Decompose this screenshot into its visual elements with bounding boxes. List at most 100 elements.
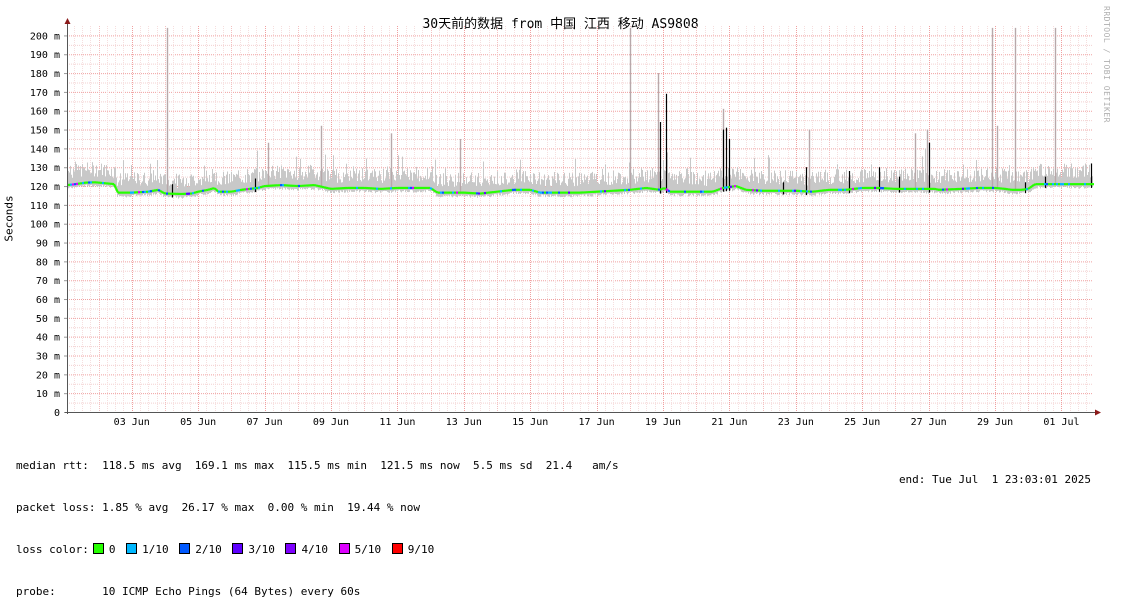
median-segment: [162, 192, 164, 193]
median-segment: [660, 189, 662, 190]
grid: [67, 26, 1093, 413]
median-segment: [260, 187, 262, 188]
x-tick-label: 21 Jun: [711, 417, 747, 428]
median-segment: [738, 187, 740, 188]
median-segment: [666, 189, 668, 191]
y-tick-label: 130 m: [30, 163, 60, 174]
x-tick-label: 13 Jun: [446, 417, 482, 428]
loss-color-label-text: 0: [109, 543, 122, 556]
loss-color-label: loss color:: [16, 543, 89, 556]
x-tick-label: 27 Jun: [911, 417, 947, 428]
median-segment: [1032, 185, 1034, 186]
loss-color-swatch: [285, 543, 296, 554]
y-tick-label: 180 m: [30, 69, 60, 80]
median-segment: [662, 188, 664, 189]
median-segment: [258, 187, 260, 188]
loss-color-item: 3/10: [228, 543, 281, 556]
y-tick-label: 0: [54, 408, 60, 419]
median-segment: [216, 189, 218, 191]
median-segment: [208, 189, 210, 190]
loss-color-item: 1/10: [122, 543, 175, 556]
chart-plot: 010 m20 m30 m40 m50 m60 m70 m80 m90 m100…: [0, 0, 1121, 430]
x-tick-label: 01 Jul: [1043, 417, 1079, 428]
loss-color-label-text: 3/10: [248, 543, 281, 556]
loss-color-label-text: 9/10: [408, 543, 441, 556]
x-tick-labels: 03 Jun05 Jun07 Jun09 Jun11 Jun13 Jun15 J…: [114, 417, 1080, 428]
y-tick-label: 40 m: [36, 333, 60, 344]
median-segment: [1034, 184, 1036, 185]
x-tick-label: 07 Jun: [247, 417, 283, 428]
median-segment: [164, 193, 166, 194]
median-segment: [736, 186, 738, 187]
median-segment: [532, 190, 534, 191]
x-tick-label: 19 Jun: [645, 417, 681, 428]
loss-color-swatch: [232, 543, 243, 554]
median-segment: [434, 190, 436, 191]
median-rtt-line: median rtt: 118.5 ms avg 169.1 ms max 11…: [16, 459, 619, 473]
loss-color-label-text: 5/10: [355, 543, 388, 556]
y-tick-label: 30 m: [36, 352, 60, 363]
loss-color-swatch: [392, 543, 403, 554]
y-tick-label: 110 m: [30, 201, 60, 212]
y-tick-label: 190 m: [30, 50, 60, 61]
y-tick-label: 160 m: [30, 107, 60, 118]
x-tick-label: 29 Jun: [977, 417, 1013, 428]
x-tick-label: 17 Jun: [579, 417, 615, 428]
y-tick-label: 10 m: [36, 389, 60, 400]
median-segment: [744, 189, 746, 190]
y-tick-label: 170 m: [30, 88, 60, 99]
y-tick-labels: 010 m20 m30 m40 m50 m60 m70 m80 m90 m100…: [30, 31, 60, 419]
packet-loss-line: packet loss: 1.85 % avg 26.17 % max 0.00…: [16, 501, 619, 515]
median-segment: [718, 189, 720, 190]
median-segment: [530, 190, 532, 191]
loss-color-swatch: [126, 543, 137, 554]
median-segment: [158, 190, 160, 191]
loss-color-label-text: 4/10: [301, 543, 334, 556]
y-tick-label: 60 m: [36, 295, 60, 306]
median-segment: [436, 192, 438, 193]
loss-color-item: 9/10: [388, 543, 441, 556]
x-tick-label: 25 Jun: [844, 417, 880, 428]
median-segment: [536, 191, 538, 192]
loss-color-swatch: [93, 543, 104, 554]
x-axis-arrow: [1095, 410, 1101, 416]
median-segment: [430, 188, 432, 189]
y-tick-label: 100 m: [30, 220, 60, 231]
y-tick-label: 200 m: [30, 31, 60, 42]
legend: median rtt: 118.5 ms avg 169.1 ms max 11…: [16, 431, 619, 613]
median-segment: [160, 191, 162, 192]
loss-color-item: 5/10: [335, 543, 388, 556]
loss-color-swatch: [339, 543, 350, 554]
loss-color-label-text: 1/10: [142, 543, 175, 556]
y-tick-label: 50 m: [36, 314, 60, 325]
x-tick-label: 23 Jun: [778, 417, 814, 428]
loss-color-item: 2/10: [175, 543, 228, 556]
x-tick-label: 09 Jun: [313, 417, 349, 428]
median-segment: [432, 189, 434, 190]
median-segment: [534, 191, 536, 192]
y-tick-label: 70 m: [36, 276, 60, 287]
y-tick-label: 20 m: [36, 370, 60, 381]
end-time: end: Tue Jul 1 23:03:01 2025: [899, 473, 1091, 486]
median-segment: [1030, 186, 1032, 187]
loss-color-line: loss color:0 1/10 2/10 3/10 4/10 5/10 9/…: [16, 543, 619, 557]
y-tick-label: 80 m: [36, 257, 60, 268]
y-tick-label: 120 m: [30, 182, 60, 193]
loss-color-swatch: [179, 543, 190, 554]
median-segment: [196, 192, 198, 193]
median-segment: [742, 188, 744, 189]
y-tick-label: 150 m: [30, 126, 60, 137]
x-tick-label: 11 Jun: [379, 417, 415, 428]
median-segment: [740, 188, 742, 189]
median-segment: [210, 189, 212, 190]
probe-line: probe: 10 ICMP Echo Pings (64 Bytes) eve…: [16, 585, 619, 599]
x-tick-label: 05 Jun: [180, 417, 216, 428]
median-segment: [716, 190, 718, 191]
loss-color-label-text: 2/10: [195, 543, 228, 556]
median-segment: [936, 189, 938, 190]
median-segment: [214, 188, 216, 189]
loss-color-swatches: 0 1/10 2/10 3/10 4/10 5/10 9/10: [89, 543, 441, 556]
median-segment: [720, 188, 722, 189]
median-segment: [1028, 188, 1030, 189]
median-segment: [538, 192, 540, 193]
